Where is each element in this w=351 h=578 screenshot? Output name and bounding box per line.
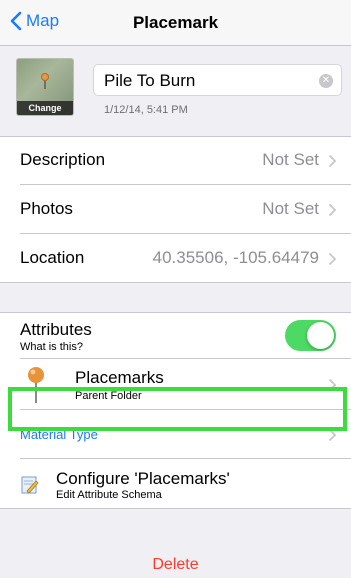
edit-document-icon xyxy=(21,476,39,494)
page-title: Placemark xyxy=(132,13,219,32)
clear-text-icon[interactable]: ✕ xyxy=(319,74,333,88)
chevron-right-icon xyxy=(328,154,337,168)
placemark-thumbnail[interactable]: Change xyxy=(16,58,74,116)
placemark-name-input[interactable] xyxy=(104,70,304,92)
toggle-knob xyxy=(307,322,334,349)
details-group: Description Not Set Photos Not Set Locat… xyxy=(0,136,351,283)
pin-stem xyxy=(44,80,46,89)
placemark-header: Change ✕ 1/12/14, 5:41 PM xyxy=(0,46,351,136)
chevron-right-icon xyxy=(328,203,337,217)
photos-row[interactable]: Photos Not Set xyxy=(0,185,351,234)
change-thumbnail-label: Change xyxy=(17,101,73,115)
photos-label: Photos xyxy=(20,199,73,218)
chevron-right-icon xyxy=(328,252,337,266)
group-bottom-border xyxy=(0,508,351,509)
description-label: Description xyxy=(20,150,106,169)
description-row[interactable]: Description Not Set xyxy=(0,136,351,185)
group-bottom-border xyxy=(0,282,351,283)
photos-value: Not Set xyxy=(262,199,319,218)
location-label: Location xyxy=(20,248,85,267)
parent-folder-title: Placemarks xyxy=(75,368,164,387)
location-row[interactable]: Location 40.35506, -105.64479 xyxy=(0,234,351,283)
configure-schema-row[interactable]: Configure 'Placemarks' Edit Attribute Sc… xyxy=(0,459,351,509)
delete-button[interactable]: Delete xyxy=(0,556,351,574)
material-type-highlight xyxy=(8,387,347,431)
navigation-bar: Map Placemark xyxy=(0,0,351,46)
attributes-toggle-row: Attributes What is this? xyxy=(0,312,351,359)
attributes-toggle[interactable] xyxy=(285,320,336,351)
attributes-title: Attributes xyxy=(20,320,92,339)
configure-schema-subtitle: Edit Attribute Schema xyxy=(56,489,162,501)
placemark-name-field[interactable]: ✕ xyxy=(93,64,342,96)
location-value: 40.35506, -105.64479 xyxy=(152,248,319,267)
description-value: Not Set xyxy=(262,150,319,169)
placemark-timestamp: 1/12/14, 5:41 PM xyxy=(104,104,188,116)
configure-schema-title: Configure 'Placemarks' xyxy=(56,469,230,488)
attributes-help-link[interactable]: What is this? xyxy=(20,341,83,353)
map-pin-icon xyxy=(41,73,49,81)
